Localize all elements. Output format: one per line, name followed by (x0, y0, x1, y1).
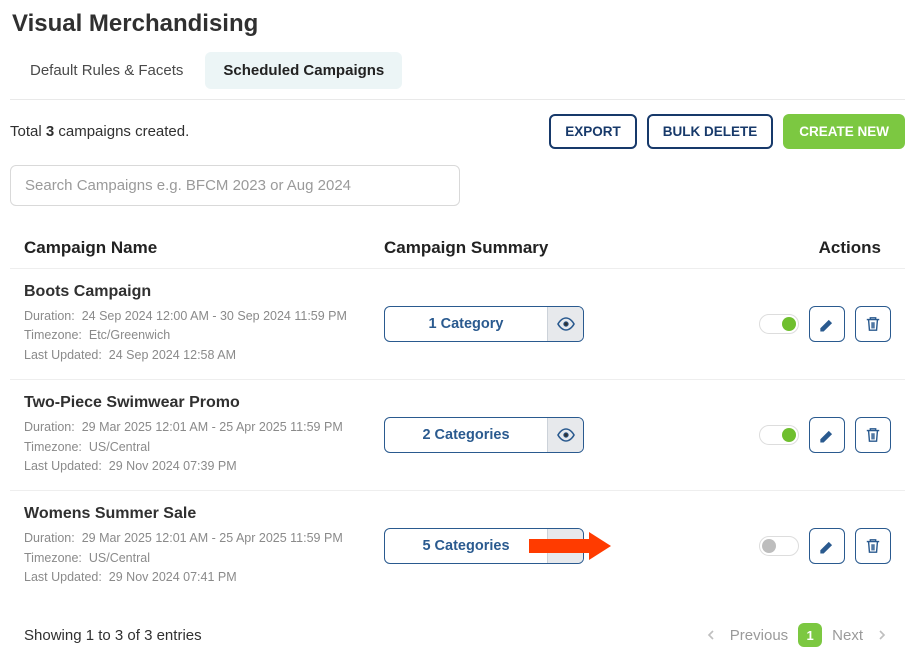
count-prefix: Total (10, 123, 46, 140)
summary-text: 5 Categories (385, 529, 547, 563)
page-title: Visual Merchandising (12, 10, 905, 38)
summary-text: 2 Categories (385, 418, 547, 452)
trash-icon (865, 316, 881, 332)
enable-toggle[interactable] (759, 314, 799, 334)
edit-button[interactable] (809, 417, 845, 453)
actions-cell (624, 417, 891, 453)
pencil-icon (819, 538, 835, 554)
eye-icon[interactable] (547, 307, 583, 341)
bulk-delete-button[interactable]: BULK DELETE (647, 114, 774, 149)
campaign-name: Two-Piece Swimwear Promo (24, 394, 384, 412)
campaign-count-text: Total 3 campaigns created. (10, 123, 189, 140)
campaign-timezone: Timezone: Etc/Greenwich (24, 326, 384, 345)
summary-pill[interactable]: 1 Category (384, 306, 584, 342)
campaign-timezone: Timezone: US/Central (24, 438, 384, 457)
campaign-name: Womens Summer Sale (24, 505, 384, 523)
pager-prev-icon[interactable] (702, 626, 720, 644)
table-row: Boots Campaign Duration: 24 Sep 2024 12:… (10, 269, 905, 380)
divider (10, 99, 905, 100)
delete-button[interactable] (855, 528, 891, 564)
actions-cell (624, 528, 891, 564)
campaign-last-updated: Last Updated: 29 Nov 2024 07:39 PM (24, 457, 384, 476)
showing-text: Showing 1 to 3 of 3 entries (24, 627, 202, 644)
campaign-duration: Duration: 24 Sep 2024 12:00 AM - 30 Sep … (24, 307, 384, 326)
edit-button[interactable] (809, 306, 845, 342)
summary-pill[interactable]: 2 Categories (384, 417, 584, 453)
search-input[interactable] (10, 165, 460, 206)
table-header: Campaign Name Campaign Summary Actions (10, 228, 905, 269)
campaign-timezone: Timezone: US/Central (24, 549, 384, 568)
pager-prev-label[interactable]: Previous (730, 627, 788, 644)
trash-icon (865, 427, 881, 443)
campaign-duration: Duration: 29 Mar 2025 12:01 AM - 25 Apr … (24, 418, 384, 437)
enable-toggle[interactable] (759, 536, 799, 556)
campaign-info: Boots Campaign Duration: 24 Sep 2024 12:… (24, 283, 384, 365)
tab-scheduled-campaigns[interactable]: Scheduled Campaigns (205, 52, 402, 89)
campaign-last-updated: Last Updated: 29 Nov 2024 07:41 PM (24, 568, 384, 587)
pager: Previous 1 Next (702, 623, 891, 647)
campaign-info: Two-Piece Swimwear Promo Duration: 29 Ma… (24, 394, 384, 476)
tab-default-rules[interactable]: Default Rules & Facets (12, 52, 201, 89)
trash-icon (865, 538, 881, 554)
pencil-icon (819, 316, 835, 332)
enable-toggle[interactable] (759, 425, 799, 445)
campaign-duration: Duration: 29 Mar 2025 12:01 AM - 25 Apr … (24, 529, 384, 548)
campaign-last-updated: Last Updated: 24 Sep 2024 12:58 AM (24, 346, 384, 365)
campaign-name: Boots Campaign (24, 283, 384, 301)
pager-next-icon[interactable] (873, 626, 891, 644)
pager-current-page[interactable]: 1 (798, 623, 822, 647)
annotation-arrow-icon (529, 532, 611, 560)
edit-button[interactable] (809, 528, 845, 564)
count-value: 3 (46, 123, 54, 140)
col-header-actions: Actions (624, 238, 891, 258)
tabs: Default Rules & Facets Scheduled Campaig… (12, 52, 905, 89)
create-new-button[interactable]: CREATE NEW (783, 114, 905, 149)
summary-text: 1 Category (385, 307, 547, 341)
export-button[interactable]: EXPORT (549, 114, 637, 149)
pencil-icon (819, 427, 835, 443)
actions-cell (624, 306, 891, 342)
campaign-info: Womens Summer Sale Duration: 29 Mar 2025… (24, 505, 384, 587)
campaign-summary-cell: 2 Categories (384, 417, 624, 453)
eye-icon[interactable] (547, 418, 583, 452)
campaign-summary-cell: 1 Category (384, 306, 624, 342)
count-suffix: campaigns created. (54, 123, 189, 140)
col-header-name: Campaign Name (24, 238, 384, 258)
table-row: Womens Summer Sale Duration: 29 Mar 2025… (10, 491, 905, 601)
delete-button[interactable] (855, 306, 891, 342)
delete-button[interactable] (855, 417, 891, 453)
pager-next-label[interactable]: Next (832, 627, 863, 644)
col-header-summary: Campaign Summary (384, 238, 624, 258)
table-row: Two-Piece Swimwear Promo Duration: 29 Ma… (10, 380, 905, 491)
top-actions: EXPORT BULK DELETE CREATE NEW (549, 114, 905, 149)
